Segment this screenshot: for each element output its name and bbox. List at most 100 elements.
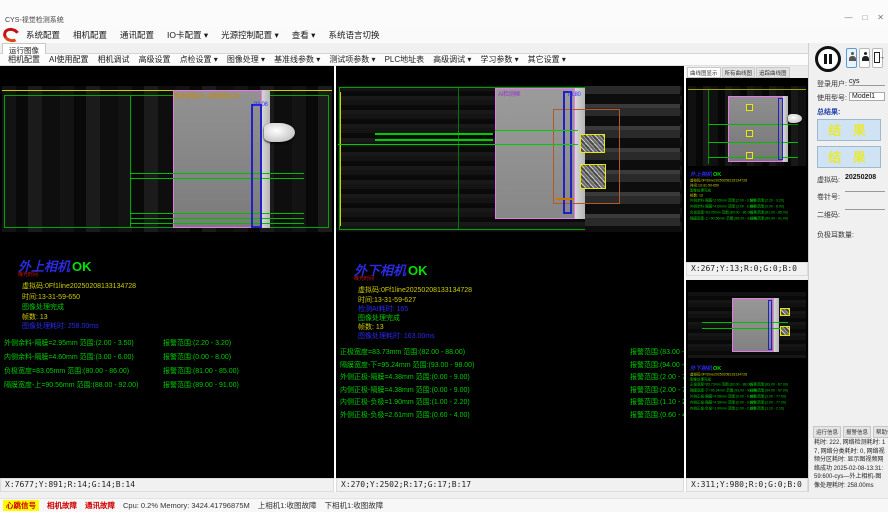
menu-item-system-config[interactable]: 系统配置 — [26, 29, 60, 41]
menu-item-camera-config[interactable]: 相机配置 — [73, 29, 107, 41]
titlebar: CYS-视觉检测系统 — □ ✕ — [0, 0, 888, 26]
camera-panel-lower-outer: AI检测框 73.80 外下相机OK 曝光时间 虚拟码:0Ff1line2025… — [336, 66, 684, 478]
left-camera-coords: X:7677;Y:891;R:14;G:14;B:14 — [0, 478, 334, 492]
info-tab-alarm[interactable]: 报警信息 — [843, 426, 871, 438]
measure-line-green — [130, 218, 304, 219]
operator-button[interactable] — [859, 48, 870, 68]
menu-item-view[interactable]: 查看 ▾ — [292, 29, 316, 41]
edge-line-green — [708, 90, 709, 164]
preview-lower-camera[interactable]: 外下相机OK 虚拟码:0Ff1line20250208133134728 图像处… — [686, 280, 808, 478]
camera-image-upper-outer[interactable]: 静态阈值:93, 动态阈值:100 93.08 — [2, 86, 332, 232]
right-control-panel: 登录用户: cys 使用型号: Model1 总结果: 结 果 结 果 虚拟码:… — [808, 43, 888, 512]
preview-image — [688, 292, 806, 358]
alarm-range: 报警范围:(2.20 - 3.20) — [163, 338, 231, 352]
toolbar-plc-table[interactable]: PLC地址表 — [385, 54, 425, 65]
done-line: 图像处理完成 — [22, 302, 64, 312]
model-value[interactable]: Model1 — [849, 92, 885, 101]
measurement-row: 隔膜宽度-下=95.24mm 范围:(93.00 - 98.00)报警范围:(9… — [340, 360, 684, 373]
needle-value — [845, 191, 885, 192]
measurement-row: 外侧余料-隔膜=2.95mm 范围:(2.00 - 3.50)报警范围:(2.2… — [4, 338, 239, 352]
toolbar-camera-debug[interactable]: 相机调试 — [98, 54, 130, 65]
lower-camera-status: 下相机1:收图故障 — [325, 500, 384, 511]
orange-marker — [556, 198, 574, 200]
camera-panel-upper-outer: 静态阈值:93, 动态阈值:100 93.08 外上相机OK 曝光时间 虚拟码:… — [0, 66, 334, 478]
window-controls: — □ ✕ — [844, 13, 884, 22]
exposure-label: 曝光时间 — [354, 275, 374, 282]
wrinkle-box-1 — [780, 308, 790, 316]
exit-button[interactable] — [872, 48, 883, 68]
upper-camera-status: 上相机1:收图故障 — [258, 500, 317, 511]
toolbar-camera-config[interactable]: 相机配置 — [8, 54, 40, 65]
user-icon — [849, 52, 856, 64]
app-window: CYS-视觉检测系统 — □ ✕ 系统配置 相机配置 通讯配置 IO卡配置 ▾ … — [0, 0, 888, 522]
preview-tab-all-curves[interactable]: 所有曲线图 — [722, 67, 756, 78]
maximize-icon[interactable]: □ — [862, 13, 867, 22]
ok-status: OK — [408, 263, 428, 278]
toolbar-advanced-settings[interactable]: 高级设置 — [139, 54, 171, 65]
toolbar-image-processing[interactable]: 图像处理 ▾ — [227, 54, 265, 65]
user-login-button[interactable] — [846, 48, 857, 68]
roi-blue — [563, 91, 572, 214]
toolbar-advanced-debug[interactable]: 高级调试 ▾ — [433, 54, 471, 65]
elapsed-line: 图像处理耗时: 163.00ms — [358, 331, 435, 341]
alarm-range: 报警范围:(1.10 - 2.10) — [630, 397, 684, 410]
roi-blue — [778, 98, 783, 160]
threshold-label: 静态阈值:93, 动态阈值:100 — [174, 91, 240, 100]
measure-line-green — [130, 213, 304, 214]
vcode-label: 虚拟码: — [817, 175, 840, 185]
toolbar-test-params[interactable]: 测试项参数 ▾ — [329, 54, 375, 65]
preview-tab-trace-curve[interactable]: 追踪曲线图 — [756, 67, 790, 78]
measurement-row: 隔膜宽度-上=90.56mm 范围:(88.00 - 92.00)报警范围:(8… — [690, 216, 808, 222]
toolbar-baseline-params[interactable]: 基准线参数 ▾ — [274, 54, 320, 65]
roi-outer-green — [4, 95, 329, 228]
roi-blue — [251, 104, 262, 228]
close-icon[interactable]: ✕ — [877, 13, 884, 22]
alarm-range: 报警范围:(2.00 - 77.00) — [630, 385, 684, 398]
menu-item-light-config[interactable]: 光源控制配置 ▾ — [221, 29, 279, 41]
measurement-value: 外侧正极-负极=2.61mm 范围:(0.60 - 4.00) — [340, 410, 630, 423]
blue-measure-label: 73.80 — [567, 92, 581, 98]
barcode-line: 虚拟码:0Ff1line20250208133134728 — [22, 281, 136, 291]
measurement-value: 隔膜宽度-下=95.24mm 范围:(93.00 - 98.00) — [340, 360, 630, 373]
camera-image-lower-outer[interactable]: AI检测框 73.80 — [338, 86, 682, 232]
needle-label: 卷针号: — [817, 192, 840, 202]
measure-line-green — [375, 133, 493, 135]
window-title: CYS-视觉检测系统 — [5, 15, 64, 25]
info-tab-run[interactable]: 运行信息 — [813, 426, 841, 438]
measurement-row: 正极宽度=83.73mm 范围:(82.00 - 88.00)报警范围:(83.… — [340, 347, 684, 360]
exit-door-icon — [874, 52, 880, 63]
measure-line-green — [130, 178, 304, 179]
result-box-upper: 结 果 — [817, 119, 881, 141]
menu-item-language[interactable]: 系统语言切换 — [328, 29, 379, 41]
measure-line-green — [130, 173, 304, 174]
minimize-icon[interactable]: — — [844, 13, 852, 22]
measurement-value: 内侧余料-隔膜=4.60mm 范围:(3.00 - 6.00) — [4, 352, 163, 366]
metal-clip — [788, 114, 802, 123]
preview-column: 曲线图显示 所有曲线图 追踪曲线图 — [686, 66, 808, 478]
measurement-row: 负极宽度=83.05mm 范围:(80.00 - 86.00)报警范围:(81.… — [4, 366, 239, 380]
toolbar-spot-check[interactable]: 点检设置 ▾ — [180, 54, 218, 65]
menu-item-comm-config[interactable]: 通讯配置 — [120, 29, 154, 41]
measurement-value: 外侧余料-隔膜=2.95mm 范围:(2.00 - 3.50) — [4, 338, 163, 352]
operator-icon — [862, 52, 869, 64]
pause-button[interactable] — [815, 46, 841, 72]
measurement-row: 内侧余料-隔膜=4.60mm 范围:(3.00 - 6.00)报警范围:(0.0… — [4, 352, 239, 366]
toolbar-ai-config[interactable]: AI使用配置 — [49, 54, 89, 65]
preview-tab-curve-display[interactable]: 曲线图显示 — [687, 67, 721, 78]
wrinkle-box-2 — [780, 326, 790, 336]
preview-image — [688, 86, 806, 166]
toolbar-learning-params[interactable]: 学习参数 ▾ — [480, 54, 518, 65]
menu-item-io-config[interactable]: IO卡配置 ▾ — [167, 29, 208, 41]
alarm-range: 报警范围:(83.00 - 87.00) — [630, 347, 684, 360]
app-logo-icon — [3, 28, 20, 42]
elapsed-line: 图像处理耗时: 258.00ms — [22, 321, 99, 331]
measurement-row: 隔膜宽度-上=90.56mm 范围:(88.00 - 92.00)报警范围:(8… — [4, 380, 239, 394]
alarm-range: 报警范围:(94.00 - 97.00) — [630, 360, 684, 373]
baseline-yellow — [2, 90, 332, 91]
metal-clip — [264, 123, 295, 142]
info-tab-help[interactable]: 帮助信息 — [873, 426, 888, 438]
measure-line-green — [495, 130, 578, 131]
blue-measure-label: 93.08 — [254, 102, 268, 108]
preview-upper-camera[interactable]: 外上相机OK 虚拟码:0Ff1line20250208133134728 时间:… — [686, 78, 808, 274]
toolbar-other-settings[interactable]: 其它设置 ▾ — [528, 54, 566, 65]
